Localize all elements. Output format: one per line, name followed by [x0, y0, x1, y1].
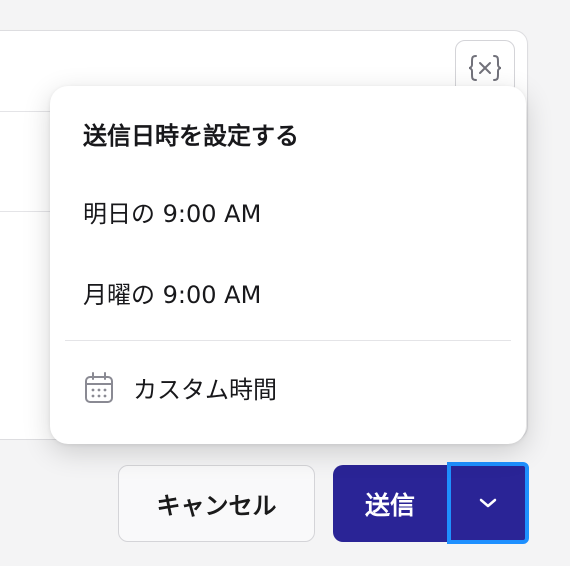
send-options-toggle-button[interactable]	[447, 462, 529, 544]
curly-braces-variable-icon	[468, 55, 502, 81]
menu-title: 送信日時を設定する	[83, 122, 299, 150]
send-button[interactable]: 送信	[333, 465, 447, 542]
cancel-button-label: キャンセル	[156, 492, 277, 520]
compose-screen: キャンセル 送信 送信日時を設定する 明日の 9:00 AM 月曜の 9:00 …	[0, 0, 570, 566]
cancel-button[interactable]: キャンセル	[118, 465, 315, 542]
menu-item-tomorrow-9am[interactable]: 明日の 9:00 AM	[83, 194, 261, 229]
menu-item-monday-9am[interactable]: 月曜の 9:00 AM	[83, 275, 261, 310]
calendar-icon	[85, 371, 113, 403]
chevron-down-icon	[479, 498, 497, 508]
menu-item-custom-time[interactable]: カスタム時間	[83, 370, 277, 405]
schedule-send-menu: 送信日時を設定する 明日の 9:00 AM 月曜の 9:00 AM カスタム時間	[50, 86, 526, 444]
custom-time-label: カスタム時間	[133, 376, 277, 404]
send-button-label: 送信	[364, 490, 415, 520]
menu-divider	[65, 340, 511, 341]
